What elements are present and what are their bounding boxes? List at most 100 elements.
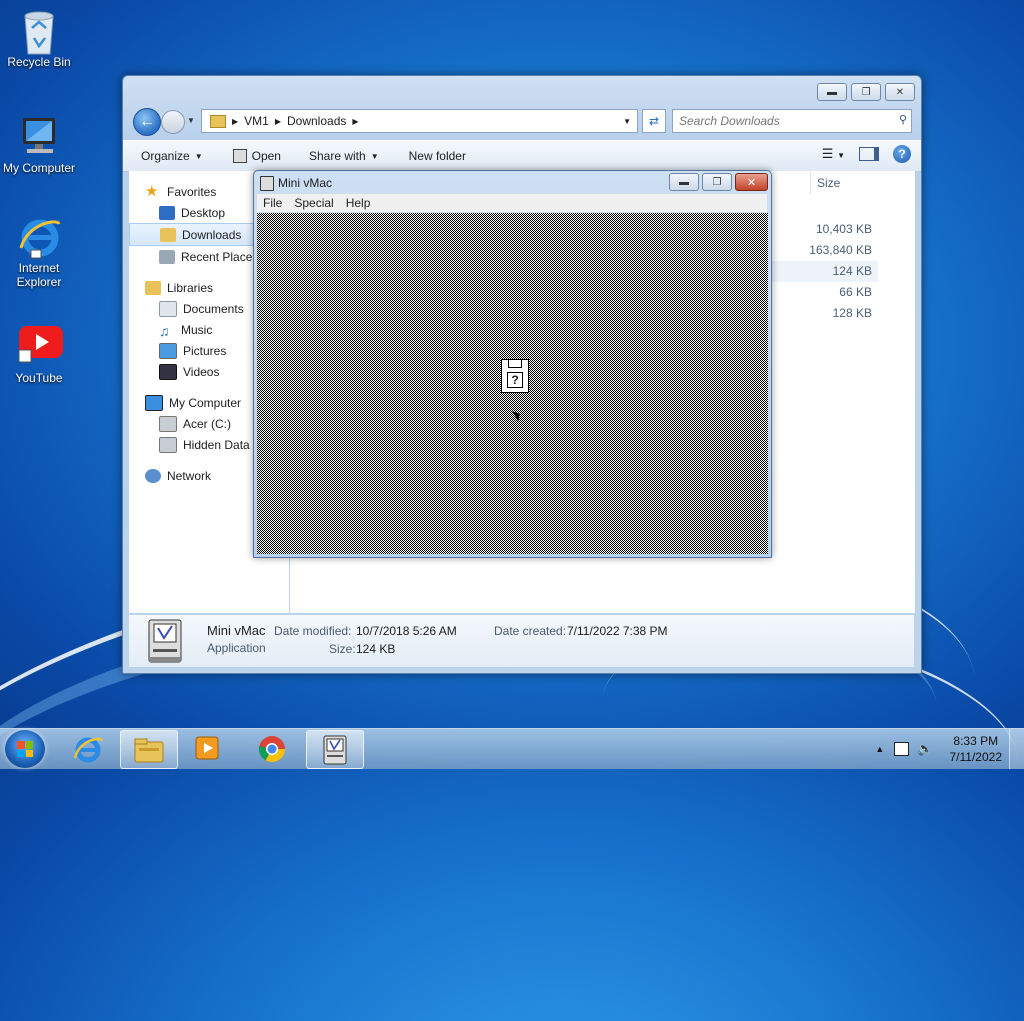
network-icon [145,468,161,483]
show-desktop-button[interactable] [1009,729,1024,769]
breadcrumb-vm1[interactable]: VM1 [244,114,269,128]
breadcrumb-arrow-icon[interactable]: ▶ [275,117,281,126]
taskbar-chrome[interactable] [244,730,300,767]
refresh-button[interactable]: ⇄ [642,109,666,133]
taskbar: ▲ 🔈 8:33 PM 7/11/2022 [0,728,1024,769]
file-size-cell[interactable]: 124 KB [770,261,878,282]
library-icon [145,280,161,295]
minimize-button[interactable]: ▬ [817,83,847,101]
file-size-cell[interactable]: 10,403 KB [770,219,878,240]
open-app-icon [232,149,247,163]
explorer-caption-buttons: ▬ ❐ ✕ [817,83,915,101]
date-modified-value: 10/7/2018 5:26 AM [356,624,457,638]
pictures-icon [159,342,177,359]
size-label: Size: [329,642,356,656]
documents-icon [159,300,177,317]
desktop-icon-youtube[interactable]: YouTube [1,324,77,385]
taskbar-file-explorer[interactable] [120,730,178,769]
mini-vmac-icon [147,619,183,663]
clock-date: 7/11/2022 [949,750,1003,764]
emulator-screen[interactable]: ? [257,213,768,554]
column-header-size[interactable]: Size [810,171,927,195]
search-input[interactable] [673,110,881,132]
network-icon[interactable] [894,742,910,756]
show-hidden-icons[interactable]: ▲ [875,744,884,754]
command-bar: Organize ▼ Open Share with ▼ New folder ☰ … [123,140,921,172]
start-button[interactable] [5,730,45,768]
chevron-down-icon: ▼ [370,151,379,161]
computer-icon [17,114,61,158]
date-created-label: Date created: [494,624,567,638]
organize-button[interactable]: Organize ▼ [141,149,203,163]
desktop-icon-my-computer[interactable]: My Computer [1,114,77,175]
view-controls: ☰ ▼ ? [822,145,911,163]
videos-icon [159,363,177,380]
question-mark-disk-icon: ? [501,359,529,393]
file-size-cell[interactable]: 66 KB [770,282,878,303]
close-button[interactable]: ✕ [735,173,768,191]
maximize-button[interactable]: ❐ [851,83,881,101]
folder-icon [210,114,226,128]
address-dropdown-icon[interactable]: ▼ [623,117,631,126]
system-tray: ▲ 🔈 8:33 PM 7/11/2022 [875,729,1024,769]
windows-logo-icon [17,741,33,757]
desktop-icon-internet-explorer[interactable]: Internet Explorer [1,214,77,289]
open-button[interactable]: Open [232,149,281,163]
clock[interactable]: 8:33 PM 7/11/2022 [950,733,1003,765]
close-button[interactable]: ✕ [885,83,915,101]
menu-file[interactable]: File [263,196,282,210]
navigation-bar: ← ▼ ▶ VM1 ▶ Downloads ▶ ▼ ⇄ ⚲ [131,106,913,136]
file-size-cell[interactable]: 163,840 KB [770,240,878,261]
taskbar-media-player[interactable] [180,730,236,767]
recent-pages-dropdown[interactable]: ▼ [187,116,195,125]
mouse-cursor-icon [512,408,523,422]
search-icon[interactable]: ⚲ [899,113,907,126]
refresh-icon: ⇄ [648,114,660,128]
clock-time: 8:33 PM [953,734,999,748]
breadcrumb-arrow-icon: ▶ [232,116,239,126]
preview-pane-icon[interactable] [859,147,879,161]
taskbar-mini-vmac[interactable] [306,730,364,769]
file-explorer-icon [134,738,164,762]
chevron-down-icon: ▼ [194,151,203,161]
back-arrow-icon: ← [139,113,155,130]
breadcrumb-downloads[interactable]: Downloads [287,114,346,128]
internet-explorer-icon [73,737,103,762]
desktop-folder-icon [159,205,175,220]
help-icon[interactable]: ? [893,145,911,163]
mini-vmac-menubar: File Special Help [257,194,767,212]
menu-help[interactable]: Help [346,196,371,210]
new-folder-button[interactable]: New folder [409,149,466,163]
search-box[interactable]: ⚲ [672,109,912,133]
mini-vmac-title: Mini vMac [278,176,333,190]
menu-special[interactable]: Special [294,196,333,210]
breadcrumb-arrow-icon[interactable]: ▶ [352,117,358,126]
maximize-button[interactable]: ❐ [702,173,732,191]
minimize-button[interactable]: ▬ [669,173,699,191]
volume-icon[interactable]: 🔈 [917,741,933,757]
internet-explorer-icon [17,214,61,259]
media-player-icon [195,736,219,759]
drive-icon [159,415,177,432]
question-mark-glyph: ? [507,372,523,388]
mini-vmac-caption-buttons: ▬ ❐ ✕ [669,173,768,191]
back-button[interactable]: ← [133,108,161,136]
view-options-icon[interactable]: ☰ ▼ [822,146,845,162]
size-column: 10,403 KB 163,840 KB 124 KB 66 KB 128 KB [770,219,878,324]
music-icon: ♫ [159,322,170,339]
desktop-icon-recycle-bin[interactable]: Recycle Bin [1,8,77,69]
address-bar[interactable]: ▶ VM1 ▶ Downloads ▶ ▼ [201,109,638,133]
chrome-icon [258,735,286,762]
size-value: 124 KB [356,642,396,656]
mini-vmac-icon [323,735,347,764]
computer-icon [145,394,163,411]
taskbar-internet-explorer[interactable] [60,730,116,767]
mini-vmac-app-icon[interactable] [260,176,274,191]
share-with-button[interactable]: Share with ▼ [309,149,379,163]
date-modified-label: Date modified: [274,624,352,638]
downloads-folder-icon [160,227,176,242]
file-size-cell[interactable]: 128 KB [770,303,878,324]
youtube-icon [17,324,63,368]
star-icon: ★ [145,182,159,200]
forward-button[interactable] [161,110,185,134]
